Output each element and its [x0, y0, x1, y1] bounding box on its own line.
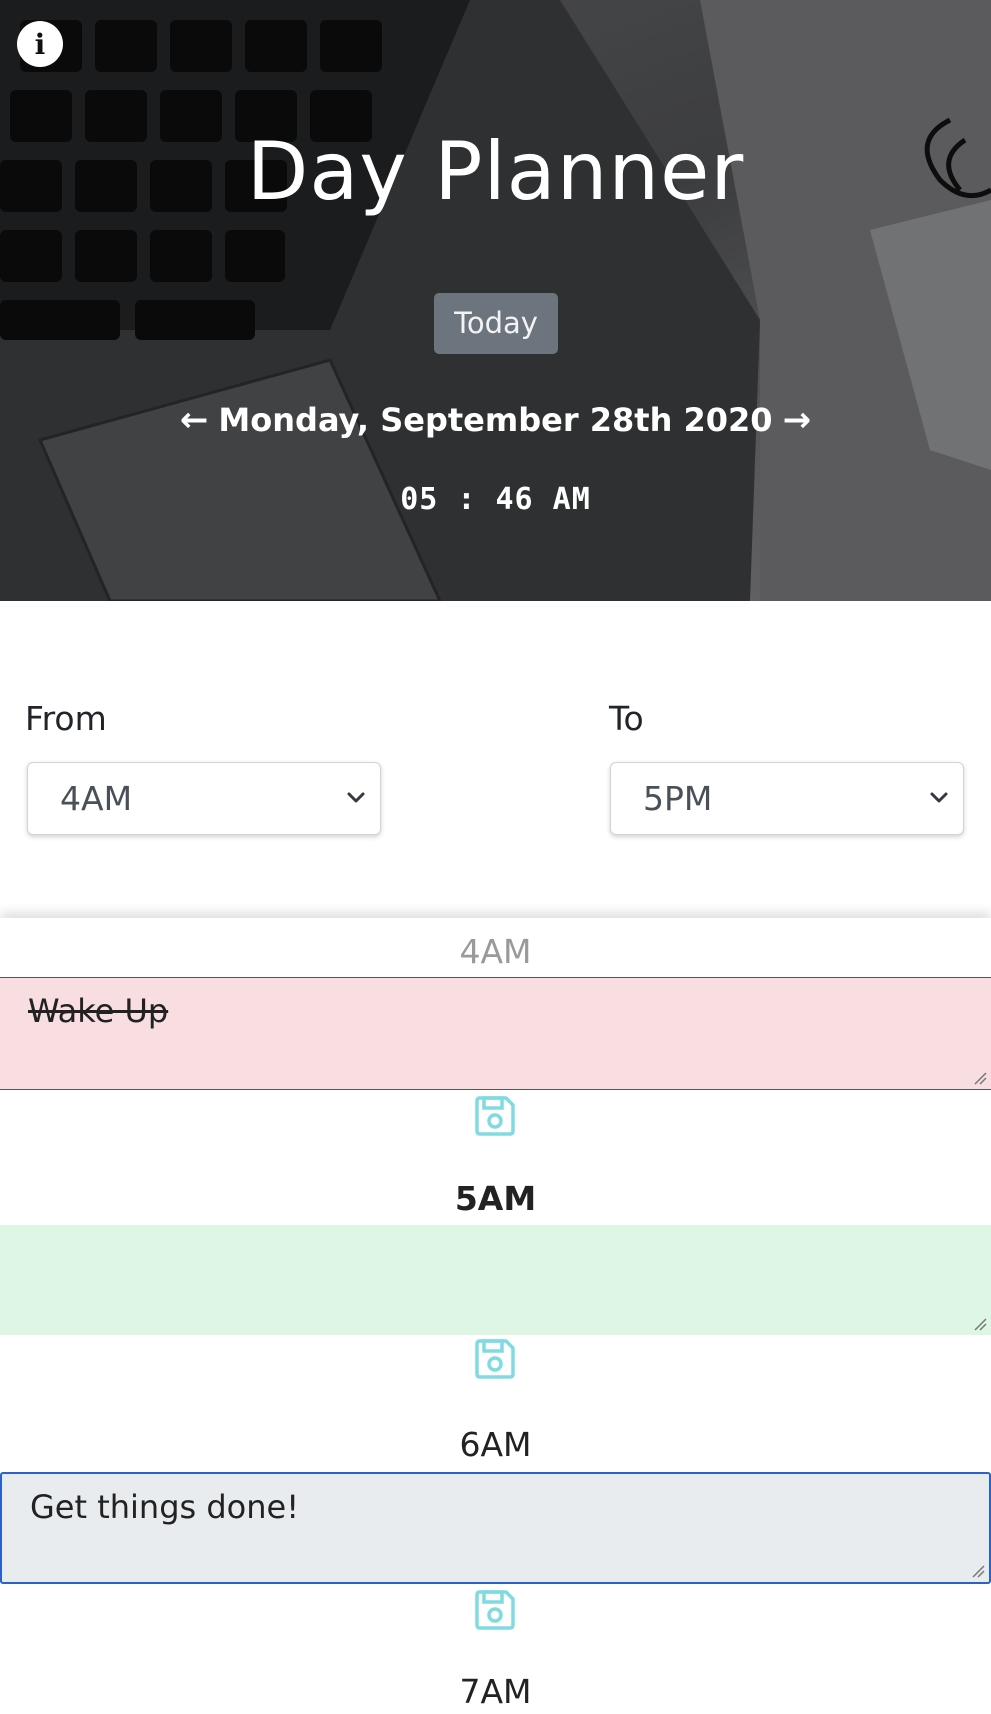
hour-label-6am: 6AM [459, 1425, 532, 1464]
page-title: Day Planner [246, 125, 745, 218]
hour-label-5am: 5AM [454, 1179, 537, 1218]
hero-banner: i Day Planner Today ← Monday, September … [0, 0, 991, 601]
note-text: Wake Up [28, 992, 169, 1030]
to-select-value: 5PM [643, 779, 713, 818]
note-text: Get things done! [30, 1488, 300, 1526]
chevron-down-icon [930, 792, 948, 803]
current-time: 05 : 46 AM [400, 482, 591, 517]
resize-handle-icon[interactable] [971, 1564, 985, 1578]
from-label: From [25, 699, 107, 738]
resize-handle-icon[interactable] [973, 1071, 987, 1085]
hour-label-4am: 4AM [459, 932, 532, 971]
arrow-left-icon[interactable]: ← [174, 400, 215, 440]
note-textarea-4am[interactable]: Wake Up [0, 977, 991, 1090]
info-icon[interactable]: i [17, 21, 63, 67]
resize-handle-icon[interactable] [973, 1317, 987, 1331]
save-icon[interactable] [474, 1095, 516, 1137]
save-icon[interactable] [474, 1338, 516, 1380]
current-date: Monday, September 28th 2020 [218, 401, 773, 439]
today-button[interactable]: Today [434, 293, 558, 354]
arrow-right-icon[interactable]: → [777, 400, 818, 440]
from-select[interactable]: 4AM [27, 762, 381, 835]
chevron-down-icon [347, 792, 365, 803]
to-label: To [609, 699, 644, 738]
save-icon[interactable] [474, 1589, 516, 1631]
hour-label-7am: 7AM [459, 1672, 532, 1711]
to-select[interactable]: 5PM [610, 762, 964, 835]
date-navigation: ← Monday, September 28th 2020 → [0, 395, 991, 445]
note-textarea-6am[interactable]: Get things done! [0, 1472, 991, 1584]
from-select-value: 4AM [60, 779, 133, 818]
note-textarea-5am[interactable] [0, 1225, 991, 1335]
